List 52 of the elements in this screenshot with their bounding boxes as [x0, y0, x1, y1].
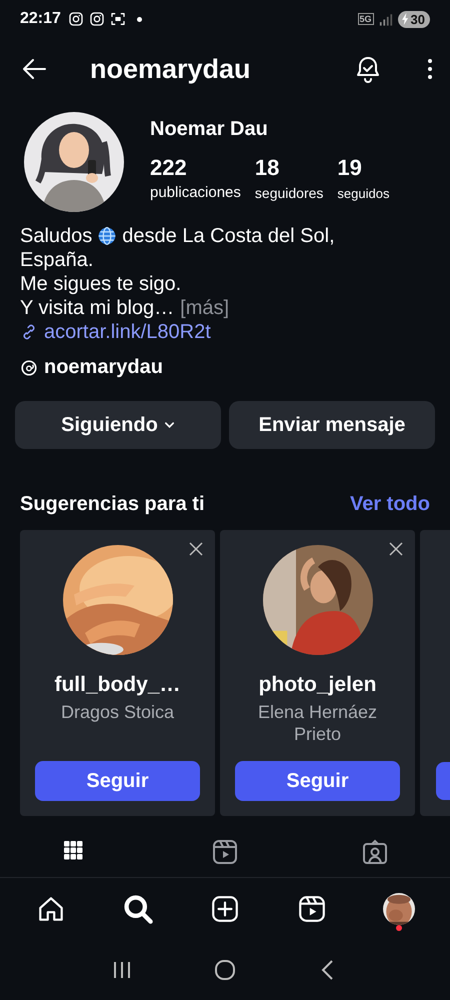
bell-check-icon: [354, 55, 382, 83]
globe-icon: [97, 226, 118, 246]
more-link[interactable]: [más]: [180, 297, 230, 319]
profile-action-button[interactable]: Siguiendo: [15, 401, 221, 449]
threads-icon: [20, 358, 38, 376]
stat-count: 222: [150, 155, 188, 181]
stat-label: publicaciones: [150, 184, 241, 201]
follow-button[interactable]: Seguir: [235, 761, 400, 801]
link-text: acortar.link/L80R2t: [44, 320, 211, 344]
profile-tab[interactable]: [211, 838, 239, 866]
dismiss-button[interactable]: [189, 542, 203, 556]
display-name: Noemar Dau: [150, 118, 269, 141]
bio-link[interactable]: acortar.link/L80R2t: [20, 320, 410, 344]
notifications-button[interactable]: [354, 55, 382, 83]
more-options-button[interactable]: [428, 59, 432, 79]
follow-button[interactable]: Seguir: [35, 761, 200, 801]
profile-tab[interactable]: [361, 838, 389, 866]
suggested-name: Dragos Stoica: [60, 701, 176, 724]
notification-dot-icon: [136, 16, 142, 22]
profile-username: noemarydau: [90, 54, 252, 84]
clock-time: 22:17: [20, 10, 61, 28]
suggested-name: Elena Hernáez Prieto: [256, 701, 378, 745]
bio-text: desde La Costa del Sol,: [122, 224, 335, 248]
dismiss-button[interactable]: [389, 542, 403, 556]
stat-count: 19: [337, 155, 363, 181]
more-icon: [428, 59, 432, 79]
home-button[interactable]: [212, 958, 237, 982]
stat-label: seguidores: [254, 185, 324, 201]
bio-text: Me sigues te sigo.: [20, 272, 182, 296]
bio-text: España.: [20, 248, 94, 272]
see-all-link[interactable]: Ver todo: [350, 493, 430, 516]
signal-icon: [378, 12, 393, 26]
suggested-username: photo_jelen: [258, 673, 376, 697]
tagged-person-icon: [361, 838, 389, 866]
camera-app-icon: [68, 11, 84, 27]
suggested-username: full_body_…: [54, 673, 180, 697]
stat-label: seguidos: [337, 186, 390, 201]
threads-badge[interactable]: noemarydau: [0, 344, 183, 379]
bio-text: Saludos: [20, 224, 92, 248]
section-title: Sugerencias para ti: [20, 493, 205, 516]
charging-icon: [400, 13, 410, 25]
screenshot-icon: [110, 11, 126, 27]
close-icon: [389, 542, 403, 556]
battery-level: 30: [410, 12, 425, 26]
profile-action-button[interactable]: Enviar mensaje: [229, 401, 435, 449]
camera-app-icon: [88, 11, 105, 27]
network-type: 5G: [358, 13, 374, 25]
threads-handle: noemarydau: [44, 356, 163, 379]
stat-count: 18: [254, 155, 280, 181]
bio-text: Y visita mi blog…: [20, 297, 174, 319]
video-icon: [211, 838, 239, 866]
close-icon: [189, 542, 203, 556]
